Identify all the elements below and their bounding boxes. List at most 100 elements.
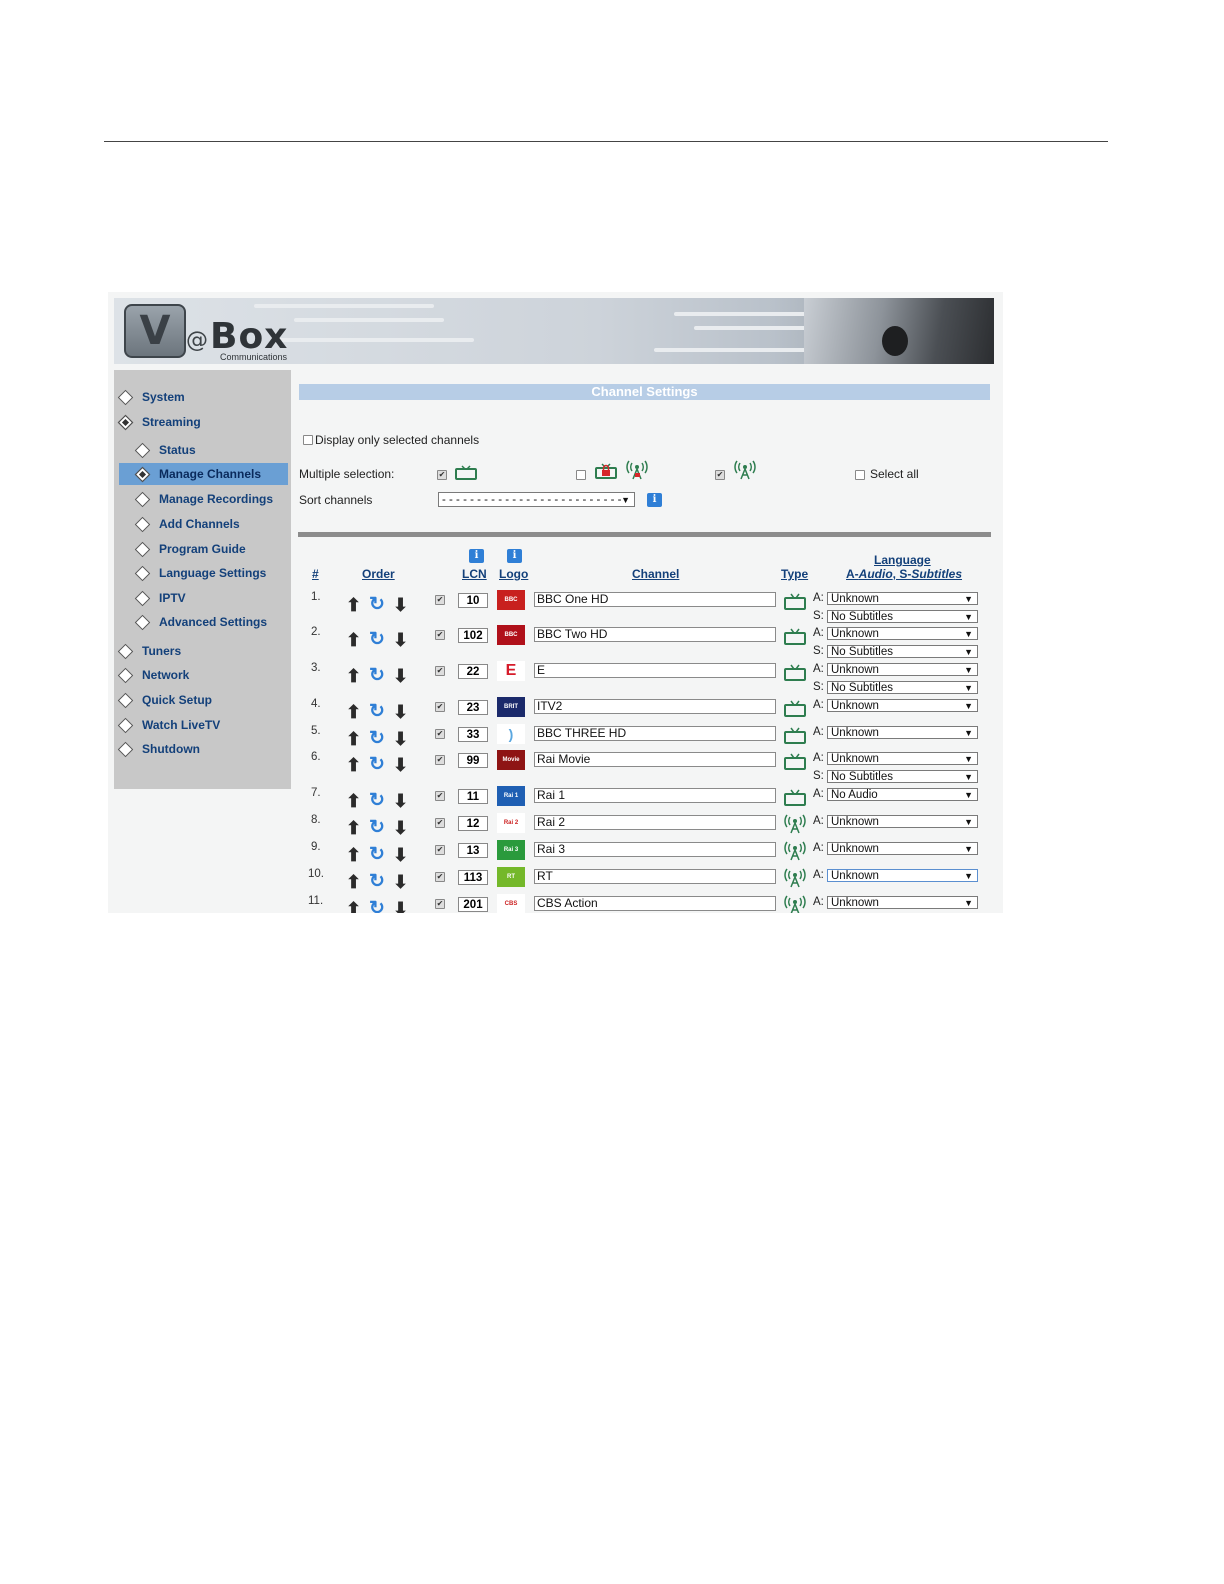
reorder-button[interactable]: ↻ bbox=[369, 595, 385, 614]
move-up-button[interactable]: ⬆ bbox=[346, 756, 361, 774]
lcn-info-icon[interactable]: i bbox=[469, 549, 484, 563]
multi-tv-checkbox[interactable]: ✔ bbox=[437, 470, 447, 480]
channel-name-field[interactable]: Rai Movie bbox=[534, 752, 776, 767]
audio-language-select[interactable]: Unknown ▼ bbox=[827, 869, 978, 882]
move-up-button[interactable]: ⬆ bbox=[346, 792, 361, 810]
row-select-checkbox[interactable]: ✔ bbox=[435, 702, 445, 712]
reorder-button[interactable]: ↻ bbox=[369, 791, 385, 810]
sidebar-item-manage-channels[interactable]: Manage Channels bbox=[119, 463, 288, 485]
col-header-language[interactable]: Language bbox=[874, 553, 931, 567]
move-down-button[interactable]: ⬇ bbox=[393, 819, 408, 837]
lcn-field[interactable]: 10 bbox=[458, 593, 488, 608]
channel-name-field[interactable]: BBC Two HD bbox=[534, 627, 776, 642]
audio-language-select[interactable]: Unknown ▼ bbox=[827, 726, 978, 739]
row-select-checkbox[interactable]: ✔ bbox=[435, 729, 445, 739]
move-up-button[interactable]: ⬆ bbox=[346, 631, 361, 649]
sort-channels-select[interactable]: - - - - - - - - - - - - - - - - - - - - … bbox=[438, 492, 635, 507]
move-up-button[interactable]: ⬆ bbox=[346, 703, 361, 721]
channel-name-field[interactable]: Rai 2 bbox=[534, 815, 776, 830]
reorder-button[interactable]: ↻ bbox=[369, 755, 385, 774]
move-down-button[interactable]: ⬇ bbox=[393, 900, 408, 913]
lcn-field[interactable]: 12 bbox=[458, 816, 488, 831]
col-header-order[interactable]: Order bbox=[362, 567, 395, 581]
col-header-lcn[interactable]: LCN bbox=[462, 567, 487, 581]
reorder-button[interactable]: ↻ bbox=[369, 899, 385, 913]
sort-info-icon[interactable]: i bbox=[647, 493, 662, 507]
logo-info-icon[interactable]: i bbox=[507, 549, 522, 563]
channel-name-field[interactable]: E bbox=[534, 663, 776, 678]
reorder-button[interactable]: ↻ bbox=[369, 702, 385, 721]
move-up-button[interactable]: ⬆ bbox=[346, 667, 361, 685]
channel-name-field[interactable]: BBC THREE HD bbox=[534, 726, 776, 741]
reorder-button[interactable]: ↻ bbox=[369, 666, 385, 685]
subtitle-language-select[interactable]: No Subtitles ▼ bbox=[827, 681, 978, 694]
sidebar-item-status[interactable]: Status bbox=[119, 439, 288, 461]
multi-radio-checkbox[interactable]: ✔ bbox=[715, 470, 725, 480]
subtitle-language-select[interactable]: No Subtitles ▼ bbox=[827, 770, 978, 783]
row-select-checkbox[interactable]: ✔ bbox=[435, 818, 445, 828]
channel-name-field[interactable]: ITV2 bbox=[534, 699, 776, 714]
move-down-button[interactable]: ⬇ bbox=[393, 846, 408, 864]
sidebar-item-quick-setup[interactable]: Quick Setup bbox=[114, 689, 288, 711]
channel-name-field[interactable]: RT bbox=[534, 869, 776, 884]
lcn-field[interactable]: 13 bbox=[458, 843, 488, 858]
row-select-checkbox[interactable]: ✔ bbox=[435, 595, 445, 605]
channel-name-field[interactable]: Rai 3 bbox=[534, 842, 776, 857]
sidebar-item-iptv[interactable]: IPTV bbox=[119, 587, 288, 609]
row-select-checkbox[interactable]: ✔ bbox=[435, 872, 445, 882]
lcn-field[interactable]: 102 bbox=[458, 628, 488, 643]
subtitle-language-select[interactable]: No Subtitles ▼ bbox=[827, 610, 978, 623]
display-only-checkbox[interactable] bbox=[303, 435, 313, 445]
audio-language-select[interactable]: Unknown ▼ bbox=[827, 842, 978, 855]
row-select-checkbox[interactable]: ✔ bbox=[435, 666, 445, 676]
col-header-type[interactable]: Type bbox=[781, 567, 808, 581]
row-select-checkbox[interactable]: ✔ bbox=[435, 630, 445, 640]
move-down-button[interactable]: ⬇ bbox=[393, 631, 408, 649]
move-down-button[interactable]: ⬇ bbox=[393, 596, 408, 614]
sidebar-item-streaming[interactable]: Streaming bbox=[114, 411, 288, 433]
lcn-field[interactable]: 11 bbox=[458, 789, 488, 804]
move-up-button[interactable]: ⬆ bbox=[346, 730, 361, 748]
lcn-field[interactable]: 22 bbox=[458, 664, 488, 679]
move-down-button[interactable]: ⬇ bbox=[393, 667, 408, 685]
sidebar-item-tuners[interactable]: Tuners bbox=[114, 640, 288, 662]
row-select-checkbox[interactable]: ✔ bbox=[435, 755, 445, 765]
lcn-field[interactable]: 33 bbox=[458, 727, 488, 742]
channel-name-field[interactable]: Rai 1 bbox=[534, 788, 776, 803]
reorder-button[interactable]: ↻ bbox=[369, 630, 385, 649]
col-header-channel[interactable]: Channel bbox=[632, 567, 679, 581]
reorder-button[interactable]: ↻ bbox=[369, 845, 385, 864]
sidebar-item-shutdown[interactable]: Shutdown bbox=[114, 738, 288, 760]
move-up-button[interactable]: ⬆ bbox=[346, 819, 361, 837]
reorder-button[interactable]: ↻ bbox=[369, 729, 385, 748]
sidebar-item-program-guide[interactable]: Program Guide bbox=[119, 538, 288, 560]
row-select-checkbox[interactable]: ✔ bbox=[435, 791, 445, 801]
audio-language-select[interactable]: No Audio ▼ bbox=[827, 788, 978, 801]
move-down-button[interactable]: ⬇ bbox=[393, 792, 408, 810]
row-select-checkbox[interactable]: ✔ bbox=[435, 845, 445, 855]
sidebar-item-manage-recordings[interactable]: Manage Recordings bbox=[119, 488, 288, 510]
multi-locked-tv-checkbox[interactable] bbox=[576, 470, 586, 480]
move-down-button[interactable]: ⬇ bbox=[393, 873, 408, 891]
lcn-field[interactable]: 201 bbox=[458, 897, 488, 912]
col-header-logo[interactable]: Logo bbox=[499, 567, 528, 581]
audio-language-select[interactable]: Unknown ▼ bbox=[827, 592, 978, 605]
lcn-field[interactable]: 113 bbox=[458, 870, 488, 885]
audio-language-select[interactable]: Unknown ▼ bbox=[827, 752, 978, 765]
move-up-button[interactable]: ⬆ bbox=[346, 846, 361, 864]
reorder-button[interactable]: ↻ bbox=[369, 818, 385, 837]
audio-language-select[interactable]: Unknown ▼ bbox=[827, 815, 978, 828]
col-header-num[interactable]: # bbox=[312, 567, 319, 581]
move-down-button[interactable]: ⬇ bbox=[393, 703, 408, 721]
subtitle-language-select[interactable]: No Subtitles ▼ bbox=[827, 645, 978, 658]
move-up-button[interactable]: ⬆ bbox=[346, 596, 361, 614]
channel-name-field[interactable]: CBS Action bbox=[534, 896, 776, 911]
row-select-checkbox[interactable]: ✔ bbox=[435, 899, 445, 909]
move-up-button[interactable]: ⬆ bbox=[346, 873, 361, 891]
channel-name-field[interactable]: BBC One HD bbox=[534, 592, 776, 607]
sidebar-item-network[interactable]: Network bbox=[114, 664, 288, 686]
reorder-button[interactable]: ↻ bbox=[369, 872, 385, 891]
select-all-checkbox[interactable] bbox=[855, 470, 865, 480]
sidebar-item-advanced-settings[interactable]: Advanced Settings bbox=[119, 611, 288, 633]
lcn-field[interactable]: 99 bbox=[458, 753, 488, 768]
